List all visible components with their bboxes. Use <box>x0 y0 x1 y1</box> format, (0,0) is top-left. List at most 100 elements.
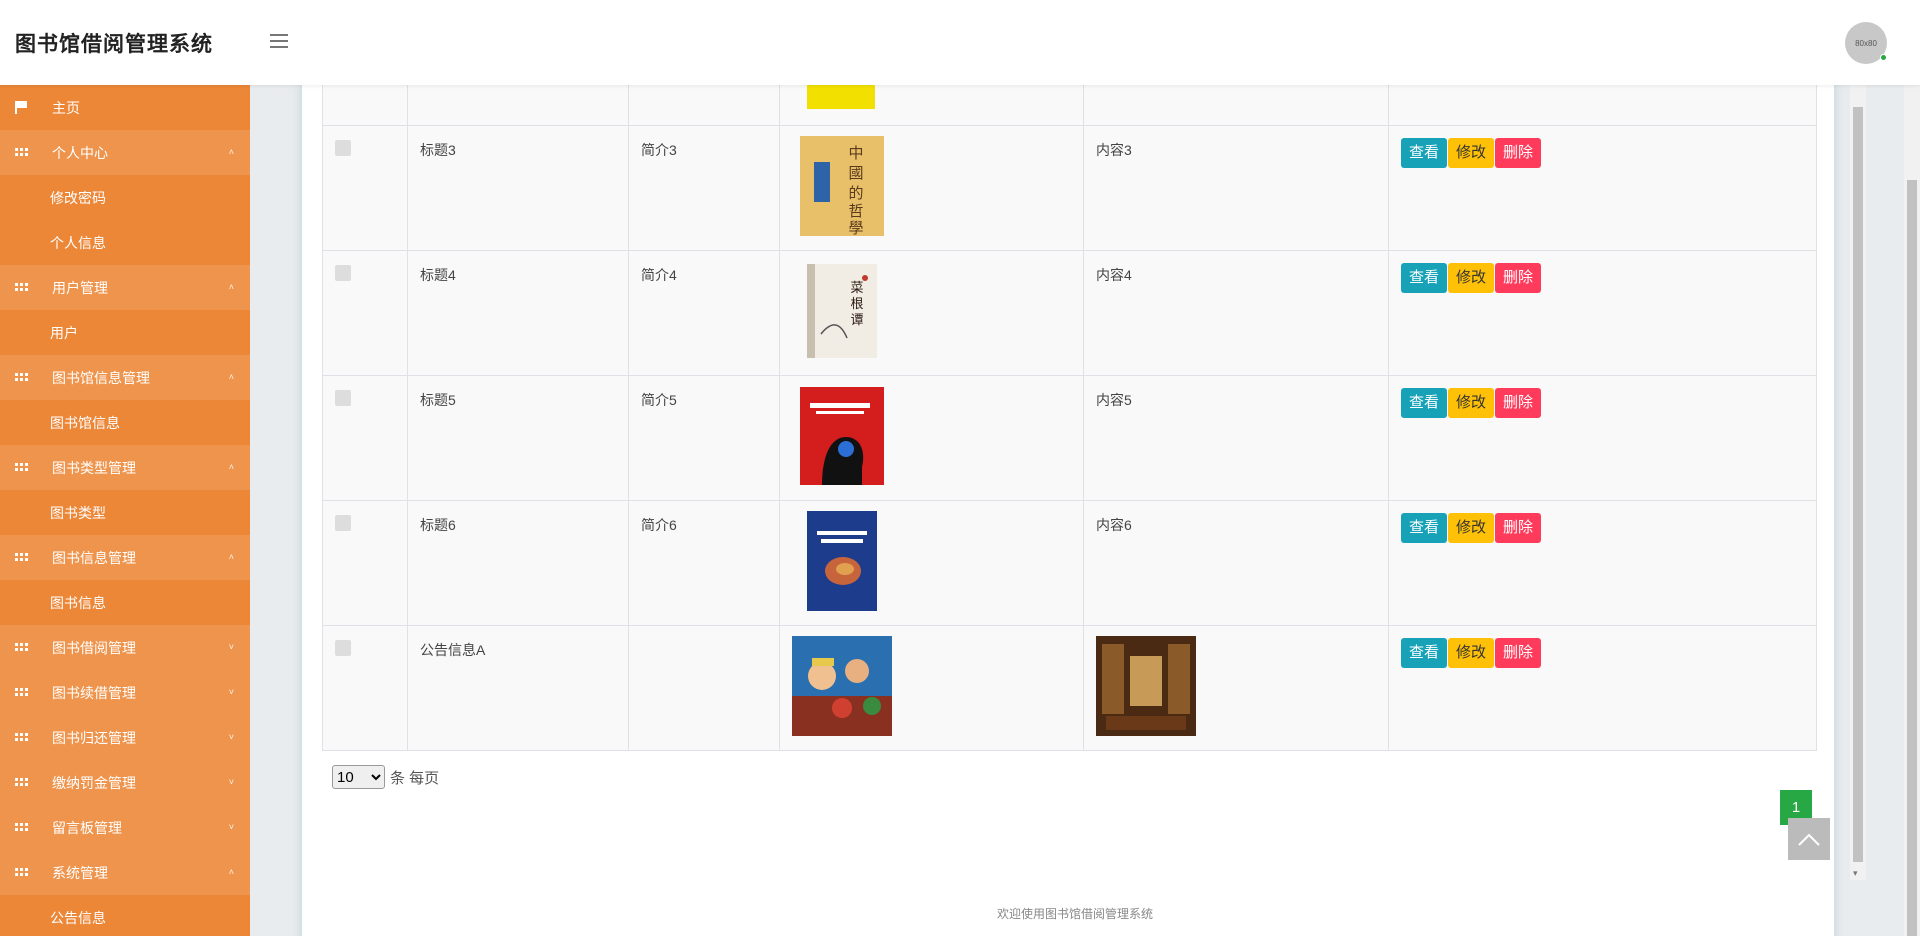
book-cover-image <box>807 81 875 109</box>
view-button[interactable]: 查看 <box>1401 388 1448 418</box>
sidebar-item-label: 图书借阅管理 <box>52 639 136 656</box>
delete-button[interactable]: 删除 <box>1495 263 1542 293</box>
svg-text:根: 根 <box>850 297 863 312</box>
sidebar-item-profile[interactable]: 个人信息 <box>0 220 250 265</box>
chevron-up-icon: ˄ <box>228 372 234 382</box>
sidebar-group-book-info[interactable]: 图书信息管理 ˄ <box>0 535 250 580</box>
cell-intro: 简介5 <box>628 375 780 501</box>
avatar[interactable]: 80x80 <box>1845 22 1887 64</box>
edit-button[interactable]: 修改 <box>1448 263 1495 293</box>
per-page-label: 条 每页 <box>390 769 440 787</box>
sidebar-group-users[interactable]: 用户管理 ˄ <box>0 265 250 310</box>
sidebar-item-label: 图书信息管理 <box>52 549 136 566</box>
main-content: 标题3 简介3 中 國 的 哲 學 内容3 查看 修改 删除 标题4 简介4 菜… <box>250 80 1900 936</box>
sidebar-group-message-board[interactable]: 留言板管理 ˅ <box>0 805 250 850</box>
sidebar-item-book-type[interactable]: 图书类型 <box>0 490 250 535</box>
back-to-top-button[interactable] <box>1788 818 1830 860</box>
row-checkbox[interactable] <box>335 640 351 656</box>
delete-button[interactable]: 删除 <box>1495 638 1542 668</box>
sidebar-group-fines[interactable]: 缴纳罚金管理 ˅ <box>0 760 250 805</box>
sidebar-group-renew[interactable]: 图书续借管理 ˅ <box>0 670 250 715</box>
row-checkbox[interactable] <box>335 390 351 406</box>
sidebar-item-label: 系统管理 <box>52 864 108 881</box>
svg-text:學: 學 <box>848 219 863 236</box>
view-button[interactable]: 查看 <box>1401 263 1448 293</box>
row-checkbox[interactable] <box>335 265 351 281</box>
grid-icon <box>14 282 28 293</box>
sidebar-item-label: 图书类型管理 <box>52 459 136 476</box>
sidebar-item-label: 图书馆信息管理 <box>52 369 150 386</box>
sidebar-item-label: 图书馆信息 <box>50 414 120 431</box>
chevron-down-icon: ˅ <box>228 642 234 652</box>
sidebar-item-library-info[interactable]: 图书馆信息 <box>0 400 250 445</box>
cell-title: 标题3 <box>407 125 629 251</box>
chevron-up-icon: ˄ <box>228 282 234 292</box>
sidebar-item-label: 缴纳罚金管理 <box>52 774 136 791</box>
sidebar-item-label: 图书归还管理 <box>52 729 136 746</box>
avatar-placeholder-text: 80x80 <box>1855 38 1877 48</box>
page-scrollbar[interactable] <box>1904 0 1920 936</box>
view-button[interactable]: 查看 <box>1401 638 1448 668</box>
chevron-down-icon: ˅ <box>228 687 234 697</box>
grid-icon <box>14 867 28 878</box>
edit-button[interactable]: 修改 <box>1448 388 1495 418</box>
svg-text:中: 中 <box>848 144 863 162</box>
chevron-down-icon: ˅ <box>228 732 234 742</box>
cell-content: 内容6 <box>1083 500 1389 626</box>
chevron-up-icon: ˄ <box>228 147 234 157</box>
sidebar-group-system[interactable]: 系统管理 ˄ <box>0 850 250 895</box>
chevron-up-icon: ˄ <box>228 867 234 877</box>
delete-button[interactable]: 删除 <box>1495 138 1542 168</box>
book-cover-image: 中 國 的 哲 學 <box>792 136 892 236</box>
table-row: 标题4 简介4 菜 根 谭 内容4 查看 修改 删除 <box>322 250 1817 376</box>
grid-icon <box>14 732 28 743</box>
book-cover-image <box>792 386 892 486</box>
cell-intro: 简介4 <box>628 250 780 376</box>
row-checkbox[interactable] <box>335 140 351 156</box>
svg-text:國: 國 <box>848 164 863 182</box>
page-size-control: 10 条 每页 <box>332 765 439 789</box>
chevron-down-icon: ˅ <box>228 822 234 832</box>
sidebar: 主页 个人中心 ˄ 修改密码 个人信息 用户管理 ˄ 用户 图书馆信息管理 ˄ … <box>0 85 250 936</box>
edit-button[interactable]: 修改 <box>1448 513 1495 543</box>
sidebar-item-announcement[interactable]: 公告信息 <box>0 895 250 936</box>
grid-icon <box>14 822 28 833</box>
svg-text:的: 的 <box>848 184 863 202</box>
sidebar-item-label: 用户管理 <box>52 279 108 296</box>
inner-scrollbar[interactable] <box>1850 85 1866 880</box>
sidebar-item-book-info[interactable]: 图书信息 <box>0 580 250 625</box>
sidebar-group-library-info[interactable]: 图书馆信息管理 ˄ <box>0 355 250 400</box>
row-checkbox[interactable] <box>335 515 351 531</box>
view-button[interactable]: 查看 <box>1401 513 1448 543</box>
menu-toggle-icon[interactable] <box>270 34 288 48</box>
sidebar-item-label: 个人中心 <box>52 144 108 161</box>
delete-button[interactable]: 删除 <box>1495 388 1542 418</box>
sidebar-group-borrow[interactable]: 图书借阅管理 ˅ <box>0 625 250 670</box>
chevron-up-icon <box>1798 833 1820 846</box>
page-size-select[interactable]: 10 <box>332 765 385 789</box>
table-row: 标题5 简介5 内容5 查看 修改 删除 <box>322 375 1817 501</box>
grid-icon <box>14 372 28 383</box>
scroll-down-arrow-icon[interactable]: ▾ <box>1853 868 1858 879</box>
sidebar-item-label: 公告信息 <box>50 909 106 926</box>
sidebar-item-change-password[interactable]: 修改密码 <box>0 175 250 220</box>
library-photo-image <box>1096 636 1196 736</box>
grid-icon <box>14 552 28 563</box>
sidebar-group-return[interactable]: 图书归还管理 ˅ <box>0 715 250 760</box>
delete-button[interactable]: 删除 <box>1495 513 1542 543</box>
sidebar-item-user[interactable]: 用户 <box>0 310 250 355</box>
sidebar-item-home[interactable]: 主页 <box>0 85 250 130</box>
top-header: 图书馆借阅管理系统 80x80 <box>0 0 1920 85</box>
sidebar-group-book-type[interactable]: 图书类型管理 ˄ <box>0 445 250 490</box>
anime-poster-image <box>792 636 892 736</box>
cell-content: 内容3 <box>1083 125 1389 251</box>
view-button[interactable]: 查看 <box>1401 138 1448 168</box>
edit-button[interactable]: 修改 <box>1448 638 1495 668</box>
data-table: 标题3 简介3 中 國 的 哲 學 内容3 查看 修改 删除 标题4 简介4 菜… <box>322 80 1817 751</box>
cell-intro: 简介6 <box>628 500 780 626</box>
footer-text: 欢迎使用图书馆借阅管理系统 <box>996 907 1153 921</box>
grid-icon <box>14 462 28 473</box>
edit-button[interactable]: 修改 <box>1448 138 1495 168</box>
sidebar-group-personal[interactable]: 个人中心 ˄ <box>0 130 250 175</box>
cell-title: 标题5 <box>407 375 629 501</box>
